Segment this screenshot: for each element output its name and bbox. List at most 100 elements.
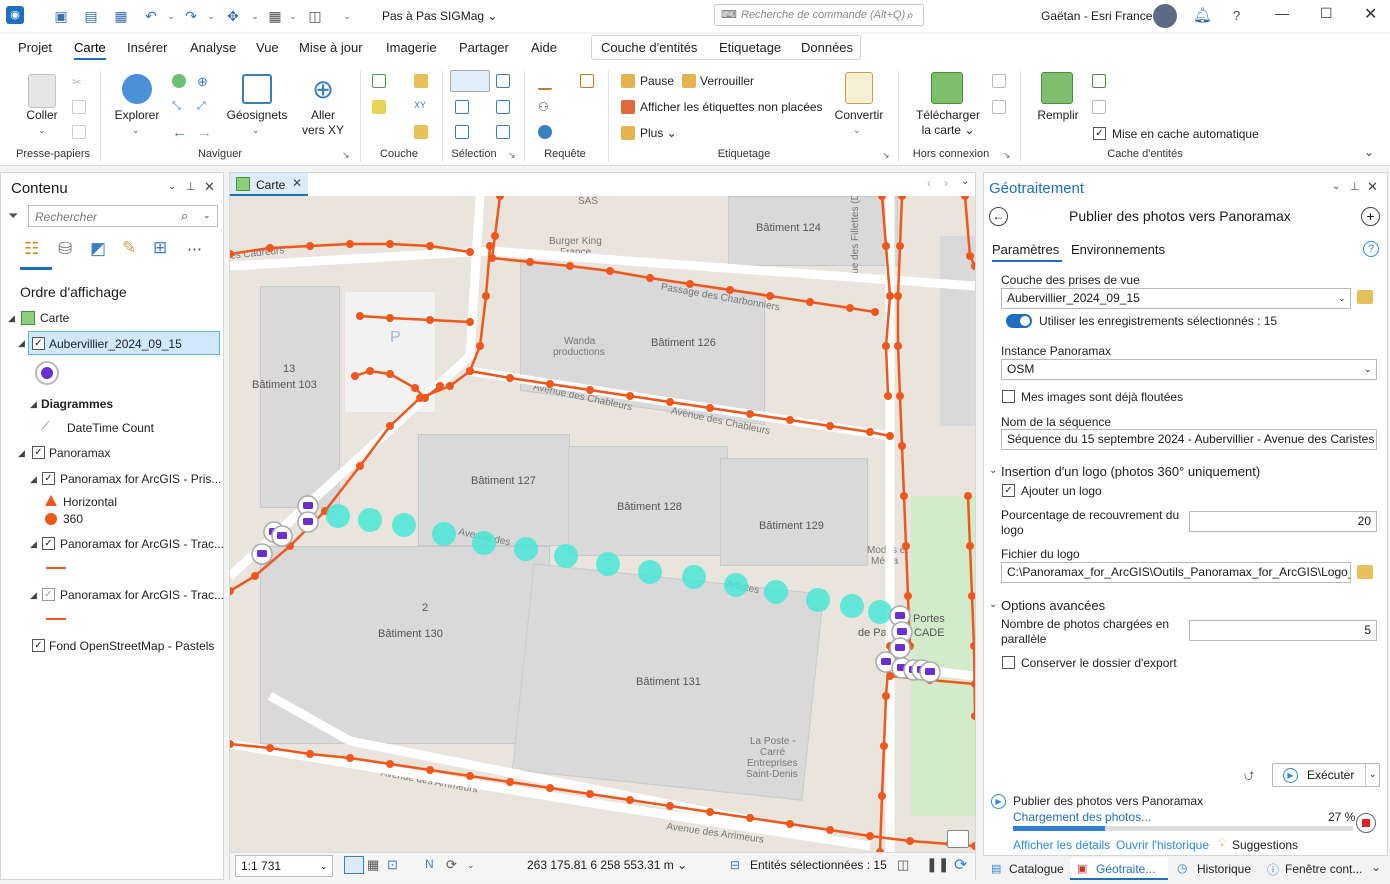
track-point[interactable] xyxy=(726,286,734,294)
selected-photo-point[interactable] xyxy=(682,565,706,589)
convert-dropdown-icon[interactable]: ⌄ xyxy=(853,123,861,138)
track-point[interactable] xyxy=(906,837,914,845)
track-point[interactable] xyxy=(884,392,892,400)
map-features-layer[interactable] xyxy=(230,196,975,852)
notification-bell-icon[interactable]: 🔔︎ xyxy=(1193,6,1212,24)
table-icon[interactable]: ▦ xyxy=(367,857,379,873)
selected-photo-point[interactable] xyxy=(764,580,788,604)
track-line[interactable] xyxy=(896,196,912,647)
track-point[interactable] xyxy=(466,772,474,780)
coordinate-conversion-icon[interactable] xyxy=(538,125,552,139)
copy-icon[interactable] xyxy=(72,100,86,114)
track-point[interactable] xyxy=(466,318,474,326)
tab-catalogue[interactable]: Catalogue xyxy=(1009,862,1064,876)
selection-launcher-icon[interactable]: ↘ xyxy=(508,150,522,164)
tab-geotraitement[interactable]: Géotraite... xyxy=(1096,862,1155,876)
track-point[interactable] xyxy=(446,382,454,390)
camera-icon[interactable] xyxy=(881,658,891,665)
track-point[interactable] xyxy=(766,292,774,300)
add-data-icon[interactable] xyxy=(414,74,428,88)
zoom-layer-icon[interactable]: ⊕ xyxy=(197,74,211,89)
tree-basemap[interactable]: Fond OpenStreetMap - Pastels xyxy=(49,639,214,653)
minimize-icon[interactable]: — xyxy=(1275,5,1289,21)
command-search-box[interactable]: ⌨ Recherche de commande (Alt+Q) ⌕ xyxy=(714,4,924,26)
selected-photo-point[interactable] xyxy=(472,531,496,555)
track-point[interactable] xyxy=(426,242,434,250)
track-line[interactable] xyxy=(359,314,471,324)
track-point[interactable] xyxy=(251,572,259,580)
instance-select[interactable]: OSM ⌄ xyxy=(1001,359,1377,380)
track-point[interactable] xyxy=(666,398,674,406)
offline-launcher-icon[interactable]: ↘ xyxy=(1003,150,1017,164)
expand-panoramax-icon[interactable]: ◢ xyxy=(18,448,25,459)
track-point[interactable] xyxy=(706,808,714,816)
track-point[interactable] xyxy=(686,280,694,288)
collapse-section-icon[interactable]: ⌄ xyxy=(989,599,997,610)
camera-icon[interactable] xyxy=(895,612,905,619)
tree-datetime-count[interactable]: DateTime Count xyxy=(67,421,154,435)
tab-etiquetage[interactable]: Etiquetage xyxy=(719,40,781,55)
grid-icon[interactable] xyxy=(344,856,364,874)
track-point[interactable] xyxy=(971,262,975,270)
tab-analyse[interactable]: Analyse xyxy=(190,40,236,55)
track-point[interactable] xyxy=(346,754,354,762)
next-extent-icon[interactable]: → xyxy=(197,124,212,141)
track-point[interactable] xyxy=(566,262,574,270)
back-icon[interactable]: ← xyxy=(989,207,1008,226)
tab-projet[interactable]: Projet xyxy=(18,40,52,55)
fixed-zoom-in-icon[interactable]: ⤡ xyxy=(172,100,186,114)
tab-overflow-icon[interactable]: ⌄ xyxy=(1371,860,1381,874)
data-source-icon[interactable]: ⛁ xyxy=(58,239,72,259)
selected-photo-point[interactable] xyxy=(596,552,620,576)
track-point[interactable] xyxy=(894,292,902,300)
explore-button[interactable]: Explorer xyxy=(110,108,164,123)
avatar[interactable] xyxy=(1153,4,1177,28)
track-point[interactable] xyxy=(496,196,504,200)
cut-icon[interactable]: ✂ xyxy=(72,75,86,89)
tree-layer1[interactable]: Aubervillier_2024_09_15 xyxy=(49,337,182,351)
refresh-icon[interactable]: ⟳ xyxy=(954,855,967,875)
selection-view-icon[interactable]: ◩ xyxy=(90,239,106,259)
track-point[interactable] xyxy=(826,826,834,834)
suggestions-link[interactable]: Suggestions xyxy=(1232,838,1298,852)
scroll-tabs-left-icon[interactable]: ‹ xyxy=(927,176,931,190)
paste-dropdown-icon[interactable]: ⌄ xyxy=(38,123,46,138)
track-point[interactable] xyxy=(882,342,890,350)
track-point[interactable] xyxy=(964,492,972,500)
collapse-section-icon[interactable]: ⌄ xyxy=(989,465,997,476)
track-point[interactable] xyxy=(904,592,912,600)
selected-photo-point[interactable] xyxy=(432,522,456,546)
unplaced-labels-button[interactable]: Afficher les étiquettes non placées xyxy=(640,100,823,114)
drawing-order-icon[interactable]: ☷ xyxy=(24,239,46,259)
tab-couche-entites[interactable]: Couche d'entités xyxy=(601,40,697,55)
track-point[interactable] xyxy=(896,242,904,250)
expand-pan3-icon[interactable]: ◢ xyxy=(30,590,37,601)
panoramax-checkbox[interactable]: ✓ xyxy=(32,446,45,459)
add-logo-checkbox[interactable]: ✓ xyxy=(1002,484,1015,497)
remove-offline-icon[interactable] xyxy=(992,100,1006,114)
selected-features-count[interactable]: Entités sélectionnées : 15 xyxy=(750,858,887,872)
previous-extent-icon[interactable]: ← xyxy=(172,124,187,141)
map-tab[interactable]: Carte ✕ xyxy=(230,173,308,196)
track-point[interactable] xyxy=(666,802,674,810)
blurred-checkbox[interactable] xyxy=(1002,390,1015,403)
track-point[interactable] xyxy=(786,820,794,828)
track-point[interactable] xyxy=(898,442,906,450)
logo-file-input[interactable]: C:\Panoramax_for_ArcGIS\Outils_Panoramax… xyxy=(1001,562,1351,583)
track-point[interactable] xyxy=(486,242,494,250)
undo-icon[interactable]: ↶ xyxy=(142,7,160,25)
track-point[interactable] xyxy=(786,416,794,424)
maximize-icon[interactable]: ☐ xyxy=(1320,5,1333,22)
tab-imagerie[interactable]: Imagerie xyxy=(386,40,437,55)
camera-icon[interactable] xyxy=(925,668,935,675)
selected-photo-point[interactable] xyxy=(724,573,748,597)
lock-labels-button[interactable]: Verrouiller xyxy=(700,74,754,88)
track-point[interactable] xyxy=(886,292,894,300)
track-point[interactable] xyxy=(346,240,354,248)
show-details-link[interactable]: Afficher les détails xyxy=(1013,838,1110,852)
customize-qat-icon[interactable]: ⌄ xyxy=(338,7,356,25)
cancel-button[interactable] xyxy=(1356,813,1376,833)
track-point[interactable] xyxy=(466,248,474,256)
rotation-icon[interactable]: ⟳ xyxy=(446,857,457,873)
select-by-location-icon[interactable] xyxy=(455,100,469,114)
